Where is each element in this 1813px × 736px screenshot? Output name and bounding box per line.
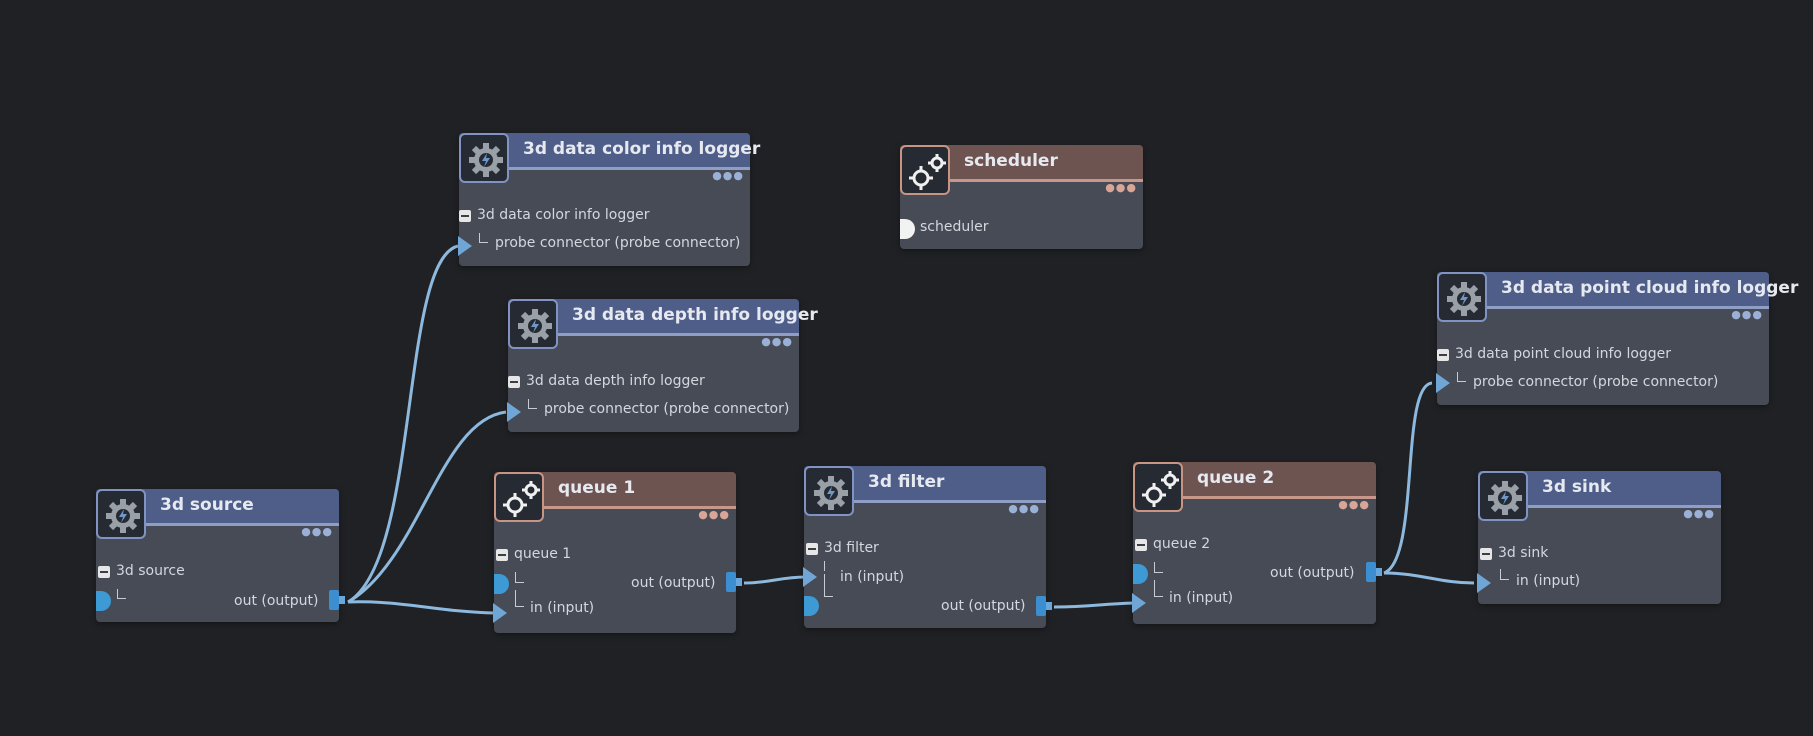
node-title: 3d data depth info logger (572, 305, 818, 325)
group-label: 3d filter (824, 540, 879, 556)
node-title: 3d data point cloud info logger (1501, 278, 1799, 298)
tree-connector (1457, 372, 1466, 382)
node-3d-filter[interactable]: 3d filter ●●● 3d filter in (input) out (… (803, 466, 1052, 628)
wire-source-to-queue1 (347, 600, 495, 615)
group-label: 3d data depth info logger (526, 373, 705, 389)
wire-queue2-to-pointcloud-logger (1383, 381, 1433, 575)
node-queue-1[interactable]: queue 1 ●●● queue 1 out (output) in (inp… (493, 472, 742, 633)
group-label: 3d source (116, 563, 185, 579)
tree-connector (1154, 562, 1163, 573)
gear-bolt-icon (804, 466, 854, 516)
gear-bolt-icon (459, 133, 509, 183)
port-label: out (output) (941, 598, 1026, 614)
collapse-icon[interactable] (806, 543, 818, 555)
more-options-icon[interactable]: ●●● (1105, 182, 1137, 193)
tree-connector (515, 590, 524, 607)
node-title: 3d source (160, 495, 254, 515)
tree-connector (1500, 569, 1509, 580)
port-label: in (input) (1169, 590, 1234, 606)
input-port[interactable] (507, 402, 521, 422)
gear-bolt-icon (1478, 471, 1528, 521)
collapse-icon[interactable] (1135, 539, 1147, 551)
more-options-icon[interactable]: ●●● (712, 170, 744, 181)
more-options-icon[interactable]: ●●● (761, 336, 793, 347)
port-label: in (input) (530, 600, 595, 616)
gear-bolt-icon (1437, 272, 1487, 322)
collapse-icon[interactable] (496, 549, 508, 561)
collapse-icon[interactable] (98, 566, 110, 578)
node-3d-source[interactable]: 3d source ●●● 3d source out (output) (96, 489, 345, 622)
port-label: probe connector (probe connector) (495, 235, 741, 251)
node-pointcloud-info-logger[interactable]: 3d data point cloud info logger ●●● 3d d… (1436, 272, 1798, 405)
node-color-info-logger[interactable]: 3d data color info logger ●●● 3d data co… (458, 133, 760, 266)
collapse-icon[interactable] (459, 210, 471, 222)
tree-connector (1154, 580, 1163, 597)
scheduler-port[interactable] (96, 591, 111, 611)
more-options-icon[interactable]: ●●● (698, 509, 730, 520)
wire-source-to-color-logger (347, 244, 459, 604)
scheduler-port[interactable] (804, 596, 819, 616)
group-label: 3d data point cloud info logger (1455, 346, 1672, 362)
tree-connector (479, 233, 488, 243)
wire-source-to-depth-logger (347, 410, 507, 604)
output-port[interactable] (726, 572, 742, 592)
more-options-icon[interactable]: ●●● (1683, 508, 1715, 519)
port-label: out (output) (1270, 565, 1355, 581)
tree-connector (528, 399, 537, 409)
node-title: 3d filter (868, 472, 945, 492)
tree-connector (824, 561, 826, 571)
gear-bolt-icon (96, 489, 146, 539)
gear-bolt-icon (508, 299, 558, 349)
group-label: 3d sink (1498, 545, 1549, 561)
group-label: queue 1 (514, 546, 572, 562)
wire-queue1-to-filter (743, 575, 807, 585)
node-graph-canvas[interactable]: 3d data color info logger ●●● 3d data co… (0, 0, 1813, 736)
node-title: 3d sink (1542, 477, 1612, 497)
scheduler-port[interactable] (900, 219, 915, 239)
output-port[interactable] (1036, 596, 1052, 616)
output-port[interactable] (1366, 562, 1382, 582)
gears-icon (900, 145, 950, 195)
collapse-icon[interactable] (1437, 349, 1449, 361)
input-port[interactable] (458, 236, 472, 256)
more-options-icon[interactable]: ●●● (1338, 499, 1370, 510)
port-label: in (input) (1516, 573, 1581, 589)
wire-queue2-to-sink (1383, 571, 1475, 585)
tree-connector (824, 574, 833, 597)
input-port[interactable] (1132, 593, 1146, 613)
more-options-icon[interactable]: ●●● (1731, 309, 1763, 320)
node-3d-sink[interactable]: 3d sink ●●● 3d sink in (input) (1477, 471, 1721, 604)
output-port[interactable] (329, 590, 345, 610)
input-port[interactable] (1477, 573, 1491, 593)
node-title: queue 2 (1197, 468, 1275, 488)
node-depth-info-logger[interactable]: 3d data depth info logger ●●● 3d data de… (507, 299, 818, 432)
port-label: probe connector (probe connector) (1473, 374, 1719, 390)
more-options-icon[interactable]: ●●● (1008, 503, 1040, 514)
port-label: probe connector (probe connector) (544, 401, 790, 417)
collapse-icon[interactable] (1480, 548, 1492, 560)
node-title: 3d data color info logger (523, 139, 761, 159)
more-options-icon[interactable]: ●●● (301, 526, 333, 537)
input-port[interactable] (493, 603, 507, 623)
scheduler-port[interactable] (494, 574, 509, 594)
gears-icon (1133, 462, 1183, 512)
node-title: scheduler (964, 151, 1058, 171)
scheduler-port[interactable] (1133, 564, 1148, 584)
node-title: queue 1 (558, 478, 636, 498)
gears-icon (494, 472, 544, 522)
input-port[interactable] (1436, 373, 1450, 393)
port-label: out (output) (631, 575, 716, 591)
port-label: in (input) (840, 569, 905, 585)
group-label: 3d data color info logger (477, 207, 650, 223)
collapse-icon[interactable] (508, 376, 520, 388)
wire-filter-to-queue2 (1053, 601, 1135, 609)
port-label: scheduler (920, 219, 989, 235)
port-label: out (output) (234, 593, 319, 609)
tree-connector (117, 589, 126, 599)
input-port[interactable] (803, 567, 817, 587)
tree-connector (515, 572, 524, 583)
node-queue-2[interactable]: queue 2 ●●● queue 2 out (output) in (inp… (1132, 462, 1382, 624)
node-scheduler[interactable]: scheduler ●●● scheduler (900, 145, 1143, 249)
group-label: queue 2 (1153, 536, 1211, 552)
